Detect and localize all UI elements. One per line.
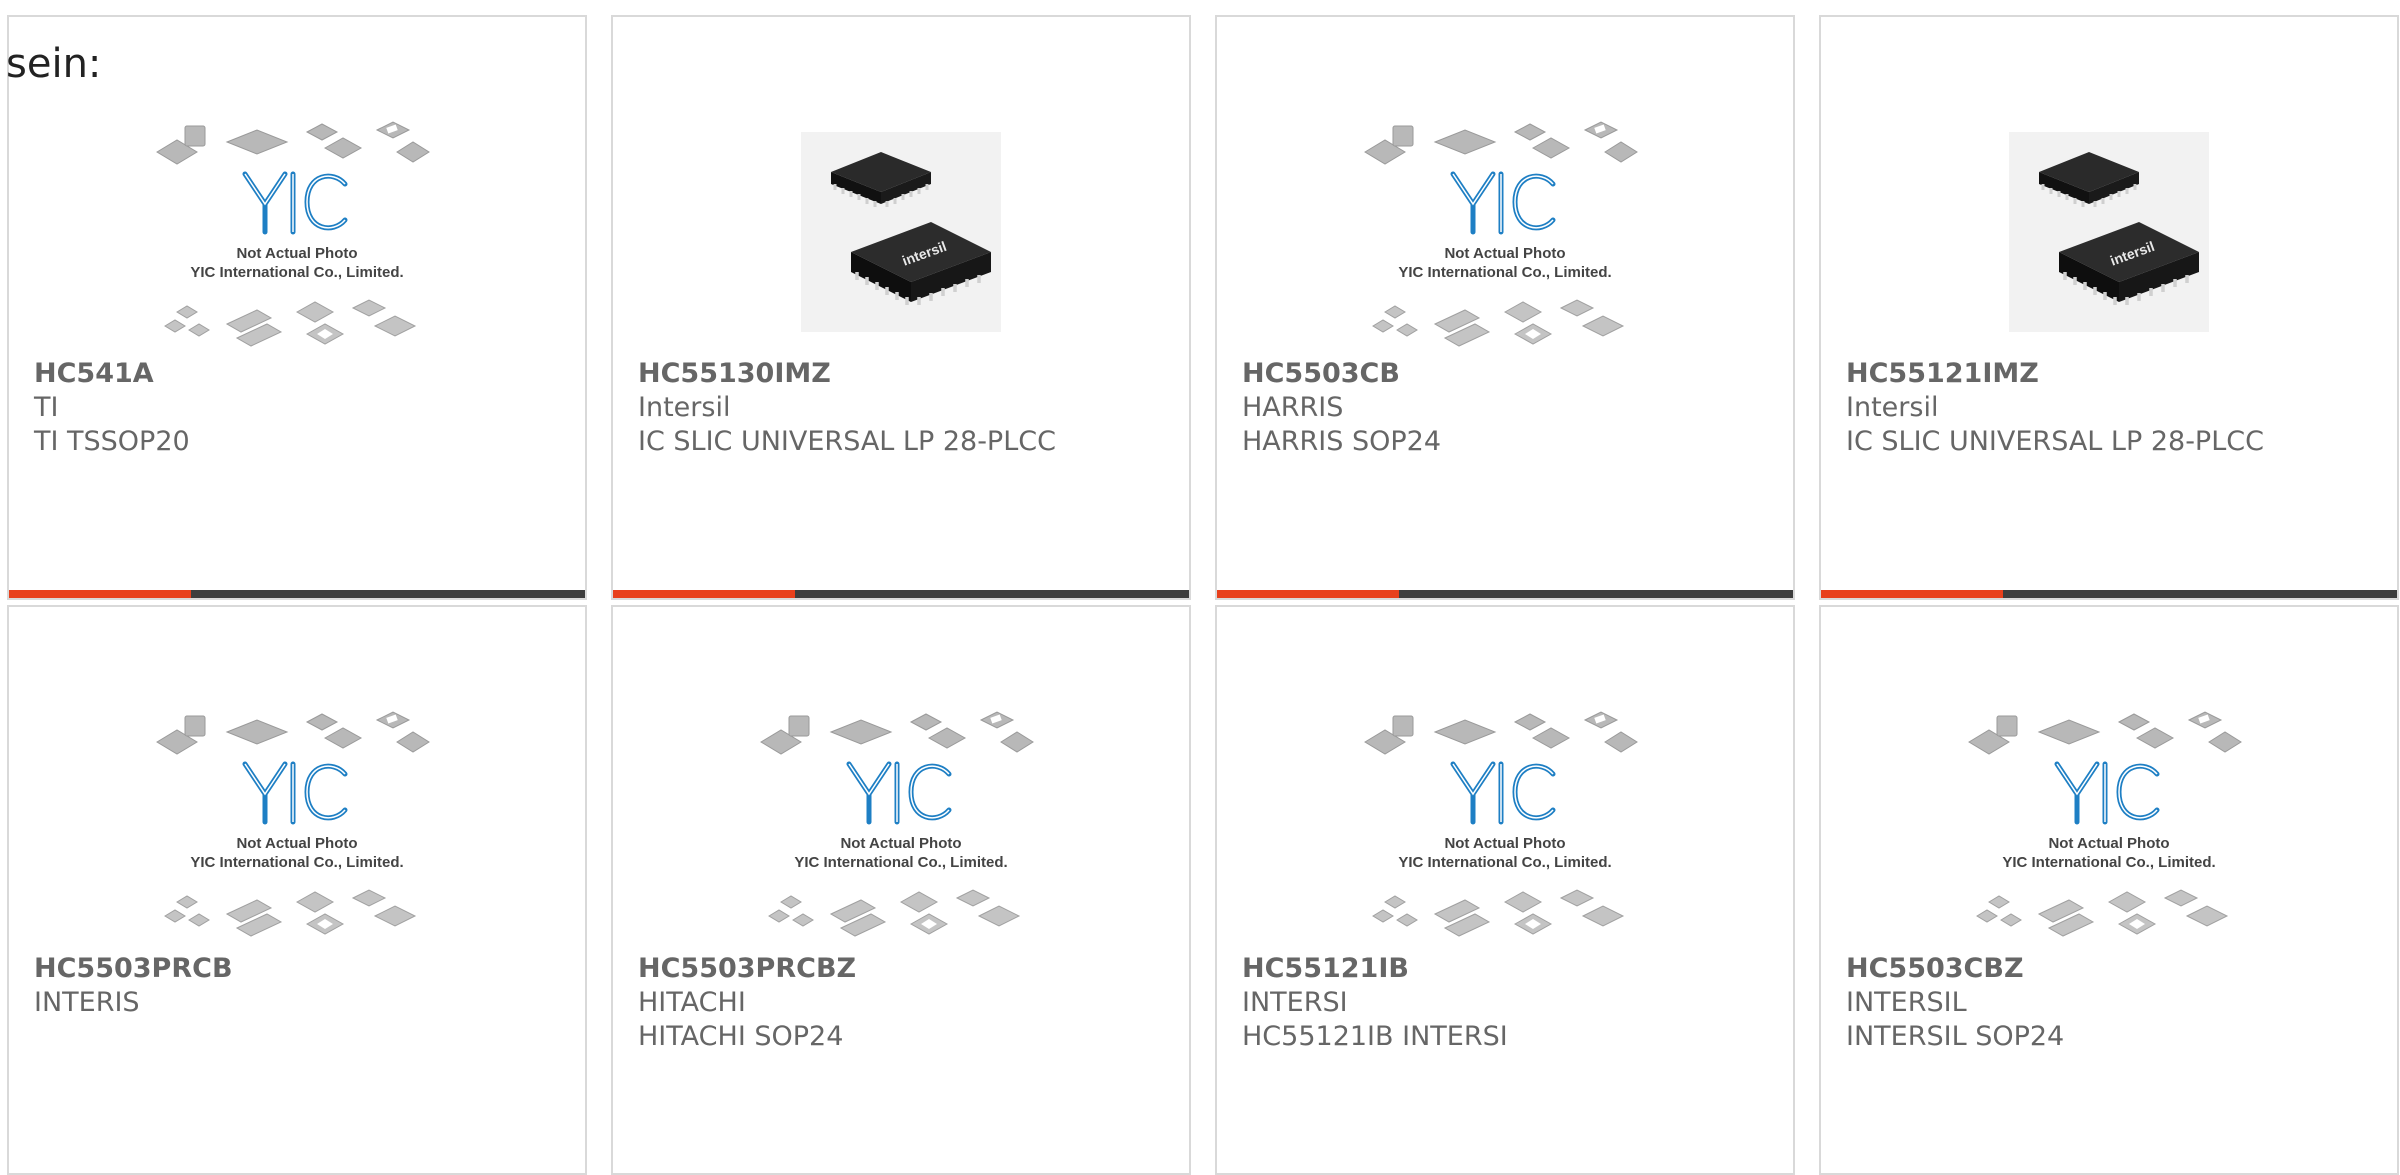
product-card[interactable]: HC5503CB HARRIS HARRIS SOP24 xyxy=(1215,15,1795,600)
card-accent-bar xyxy=(1217,590,1399,598)
product-image[interactable] xyxy=(613,687,1189,957)
brand-label: TI xyxy=(34,392,59,423)
brand-label: HITACHI xyxy=(638,987,746,1018)
part-number-link[interactable]: HC55121IB xyxy=(1242,952,1773,986)
brand-label: INTERIS xyxy=(34,987,140,1018)
part-number-link[interactable]: HC5503PRCB xyxy=(34,952,565,986)
product-image[interactable] xyxy=(1217,687,1793,957)
plcc-chip-photo-icon xyxy=(2009,132,2209,332)
intro-text: sein: xyxy=(6,41,102,87)
brand-label: INTERSI xyxy=(1242,987,1348,1018)
description-label: HC55121IB INTERSI xyxy=(1242,1021,1508,1052)
card-bottom-bar xyxy=(1821,590,2397,598)
product-card[interactable]: HC55130IMZ Intersil IC SLIC UNIVERSAL LP… xyxy=(611,15,1191,600)
description-label: IC SLIC UNIVERSAL LP 28-PLCC xyxy=(1846,426,2264,457)
description-label: HARRIS SOP24 xyxy=(1242,426,1442,457)
brand-label: HARRIS xyxy=(1242,392,1344,423)
brand-label: Intersil xyxy=(1846,392,1939,423)
description-label: TI TSSOP20 xyxy=(34,426,190,457)
product-image[interactable] xyxy=(9,97,585,367)
product-card[interactable]: HC5503PRCBZ HITACHI HITACHI SOP24 xyxy=(611,605,1191,1175)
part-number-link[interactable]: HC5503PRCBZ xyxy=(638,952,1169,986)
card-bottom-bar xyxy=(1217,590,1793,598)
description-label: HITACHI SOP24 xyxy=(638,1021,844,1052)
brand-label: Intersil xyxy=(638,392,731,423)
part-number-link[interactable]: HC55121IMZ xyxy=(1846,357,2377,391)
card-accent-bar xyxy=(9,590,191,598)
placeholder-photo-icon xyxy=(1355,112,1655,352)
product-card[interactable]: HC541A TI TI TSSOP20 xyxy=(7,15,587,600)
part-number-link[interactable]: HC5503CB xyxy=(1242,357,1773,391)
part-number-link[interactable]: HC541A xyxy=(34,357,565,391)
placeholder-photo-icon xyxy=(1355,702,1655,942)
card-bottom-bar xyxy=(9,590,585,598)
brand-label: INTERSIL xyxy=(1846,987,1967,1018)
product-card[interactable]: HC55121IMZ Intersil IC SLIC UNIVERSAL LP… xyxy=(1819,15,2399,600)
placeholder-photo-icon xyxy=(147,702,447,942)
part-number-link[interactable]: HC55130IMZ xyxy=(638,357,1169,391)
description-label: INTERSIL SOP24 xyxy=(1846,1021,2065,1052)
product-image[interactable] xyxy=(9,687,585,957)
product-image[interactable] xyxy=(613,97,1189,367)
placeholder-photo-icon xyxy=(1959,702,2259,942)
product-image[interactable] xyxy=(1217,97,1793,367)
placeholder-photo-icon xyxy=(751,702,1051,942)
plcc-chip-photo-icon xyxy=(801,132,1001,332)
placeholder-photo-icon xyxy=(147,112,447,352)
part-number-link[interactable]: HC5503CBZ xyxy=(1846,952,2377,986)
product-card[interactable]: HC5503PRCB INTERIS xyxy=(7,605,587,1175)
card-accent-bar xyxy=(613,590,795,598)
card-bottom-bar xyxy=(613,590,1189,598)
card-accent-bar xyxy=(1821,590,2003,598)
product-image[interactable] xyxy=(1821,97,2397,367)
product-card[interactable]: HC55121IB INTERSI HC55121IB INTERSI xyxy=(1215,605,1795,1175)
product-card[interactable]: HC5503CBZ INTERSIL INTERSIL SOP24 xyxy=(1819,605,2399,1175)
description-label: IC SLIC UNIVERSAL LP 28-PLCC xyxy=(638,426,1056,457)
product-image[interactable] xyxy=(1821,687,2397,957)
